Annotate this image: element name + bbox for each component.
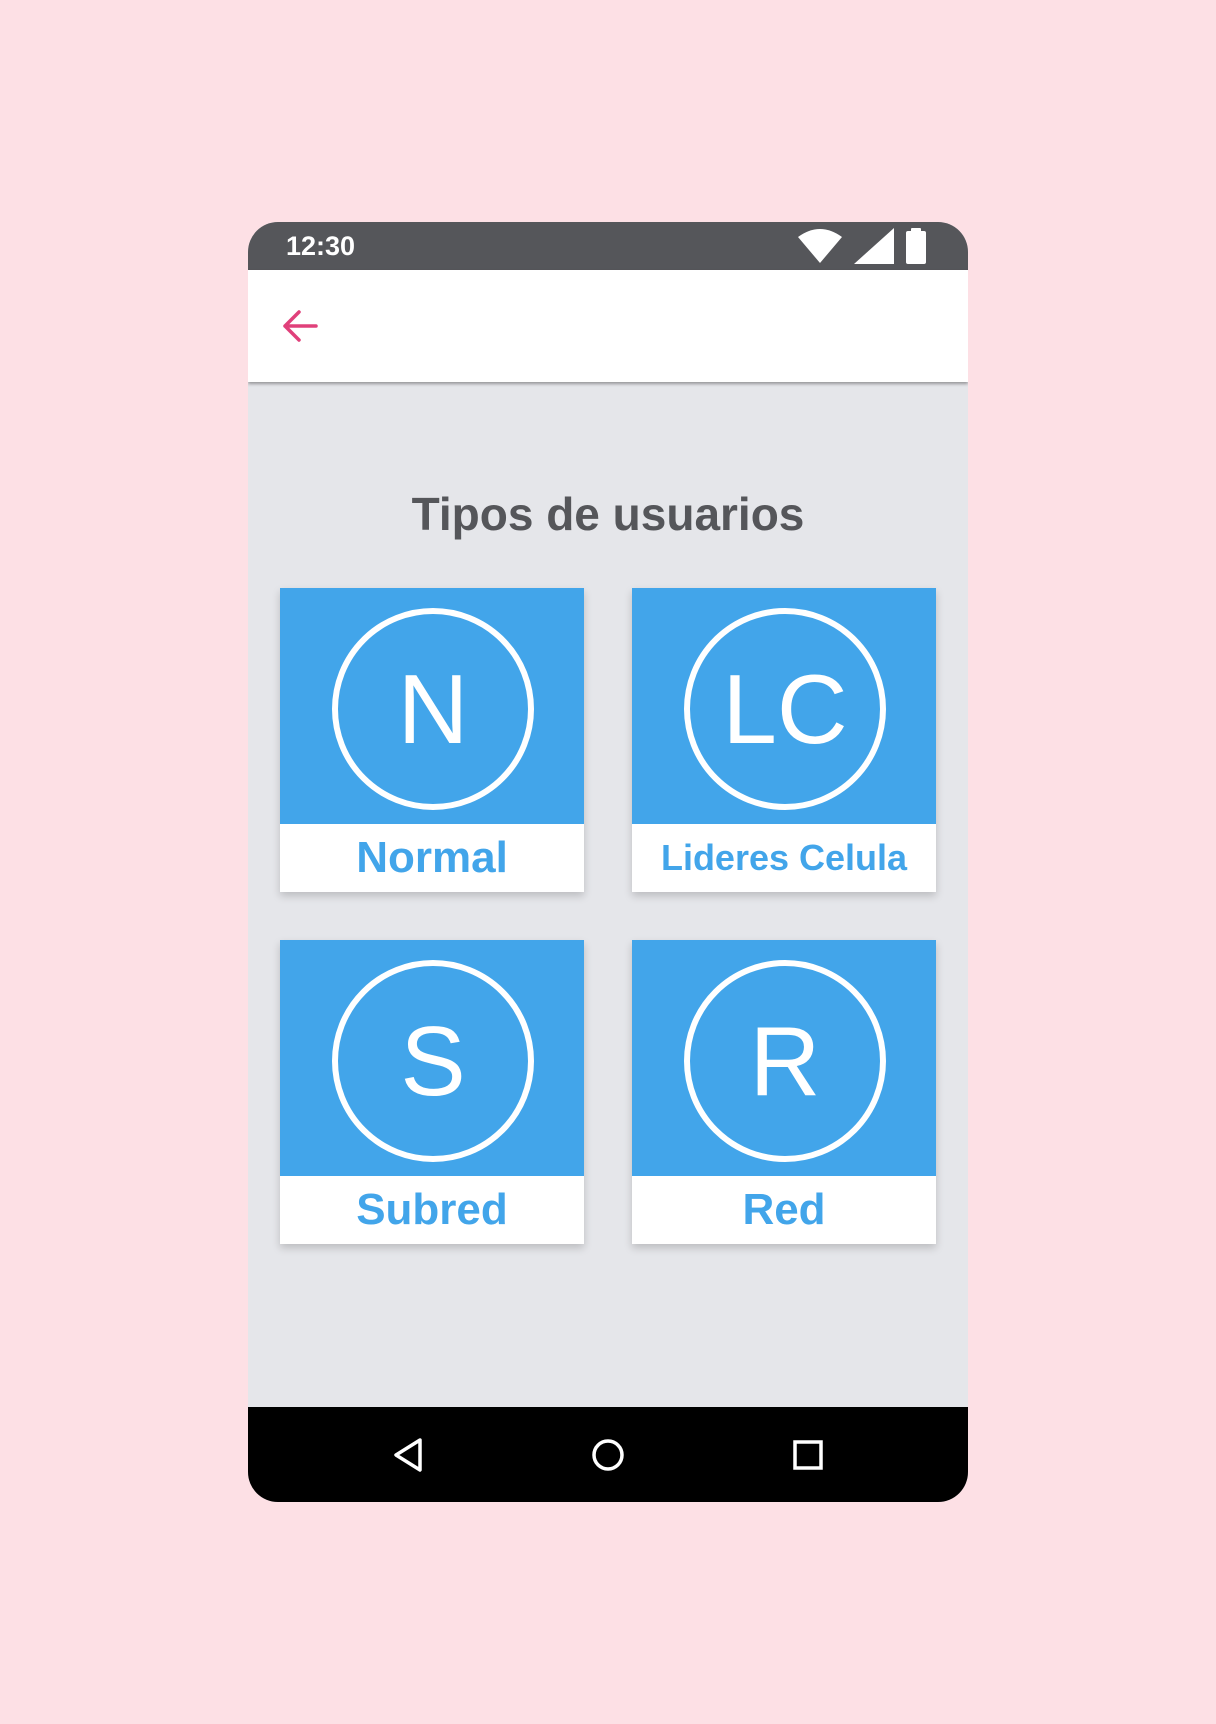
user-type-card-lideres-celula[interactable]: LC Lideres Celula — [632, 588, 936, 892]
initials-badge: S — [332, 960, 534, 1162]
page-title: Tipos de usuarios — [411, 488, 805, 540]
nav-home-button[interactable] — [586, 1433, 630, 1477]
card-label: Lideres Celula — [660, 837, 908, 878]
signal-icon — [854, 228, 894, 264]
card-header: S — [280, 940, 584, 1176]
card-label: Normal — [356, 833, 508, 882]
content-area: Tipos de usuarios N Normal LC Lideres Ce… — [248, 382, 968, 1407]
arrow-back-icon — [283, 310, 318, 342]
card-header: R — [632, 940, 936, 1176]
initials-badge: N — [332, 608, 534, 810]
wifi-icon — [798, 229, 842, 263]
card-label: Subred — [356, 1185, 508, 1234]
recents-square-icon — [793, 1440, 823, 1470]
status-icons — [796, 228, 928, 264]
home-circle-icon — [592, 1439, 624, 1471]
user-type-card-red[interactable]: R Red — [632, 940, 936, 1244]
card-label: Red — [742, 1185, 826, 1234]
phone-frame: 12:30 Tipos de usuarios N Normal LC Lide… — [248, 222, 968, 1502]
user-type-card-normal[interactable]: N Normal — [280, 588, 584, 892]
initials-badge: LC — [684, 608, 886, 810]
initials-badge: R — [684, 960, 886, 1162]
user-type-card-subred[interactable]: S Subred — [280, 940, 584, 1244]
status-time: 12:30 — [286, 231, 356, 261]
back-triangle-icon — [394, 1438, 422, 1472]
app-bar — [248, 270, 968, 382]
nav-recents-button[interactable] — [786, 1433, 830, 1477]
back-button[interactable] — [278, 304, 322, 348]
status-bar: 12:30 — [248, 222, 968, 270]
navigation-bar — [248, 1407, 968, 1502]
nav-back-button[interactable] — [386, 1433, 430, 1477]
card-header: LC — [632, 588, 936, 824]
card-header: N — [280, 588, 584, 824]
battery-icon — [906, 228, 926, 264]
